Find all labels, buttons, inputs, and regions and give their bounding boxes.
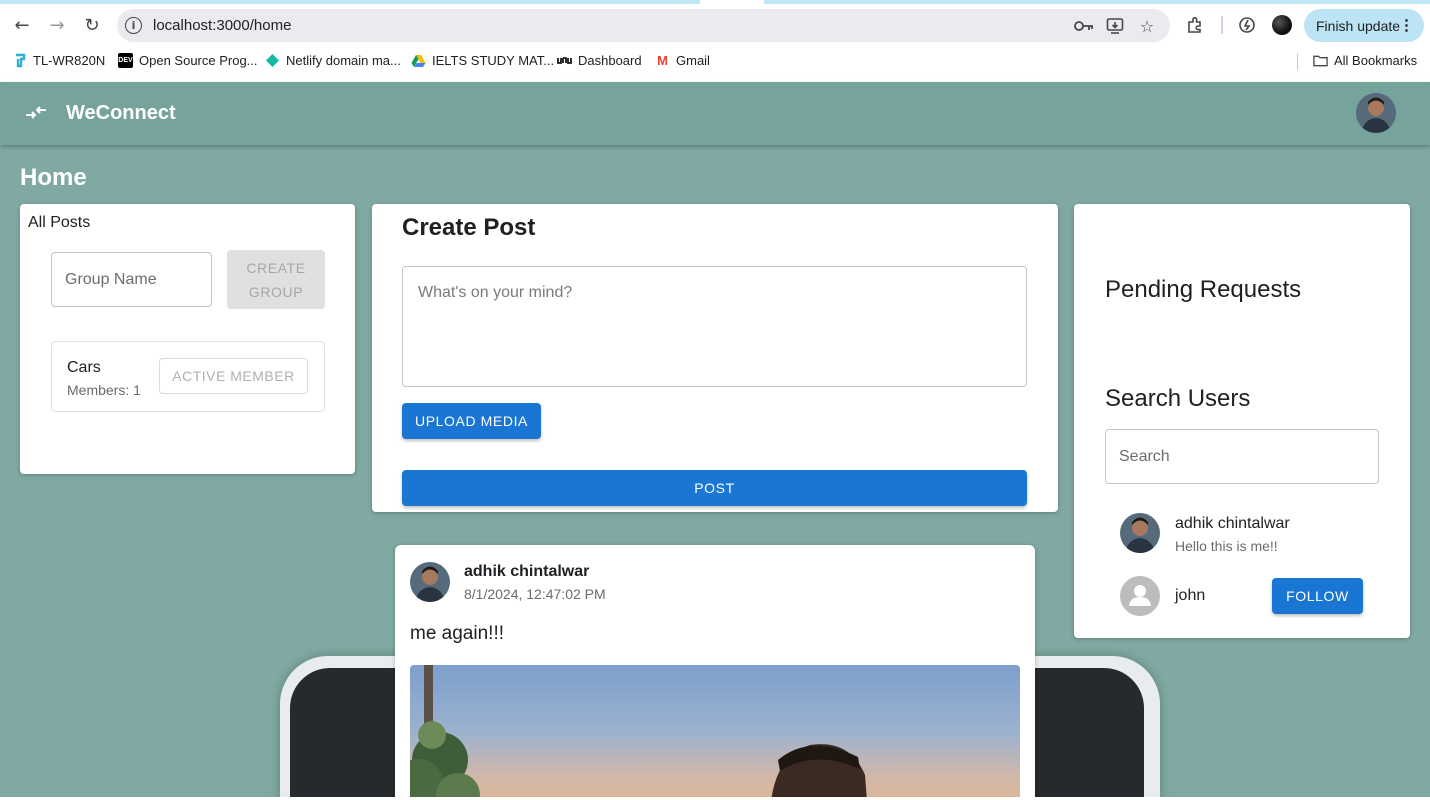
bookmark-label: Gmail	[676, 53, 710, 68]
bookmarks-divider	[1297, 54, 1298, 70]
bookmark-label: Open Source Prog...	[139, 53, 258, 68]
post-author-name[interactable]: adhik chintalwar	[464, 563, 589, 581]
app-bar: WeConnect	[0, 82, 1430, 145]
user-list-item[interactable]: adhik chintalwar Hello this is me!!	[1120, 513, 1380, 557]
performance-icon[interactable]	[1234, 12, 1260, 38]
search-users-title: Search Users	[1105, 385, 1251, 412]
dev-icon: DEV	[118, 53, 133, 68]
user-list-item[interactable]: john FOLLOW	[1120, 576, 1380, 620]
follow-button[interactable]: FOLLOW	[1272, 578, 1363, 614]
install-app-icon[interactable]	[1104, 15, 1126, 37]
brand-title: WeConnect	[66, 102, 176, 124]
google-drive-icon	[411, 53, 426, 68]
feed-post: adhik chintalwar 8/1/2024, 12:47:02 PM m…	[395, 545, 1035, 800]
bookmark-item[interactable]: M Gmail	[655, 53, 710, 68]
user-avatar[interactable]	[1356, 93, 1396, 133]
create-post-panel: Create Post What's on your mind? UPLOAD …	[372, 204, 1058, 512]
create-post-title: Create Post	[402, 214, 536, 241]
bookmark-item[interactable]: IELTS STUDY MAT...	[411, 53, 554, 68]
bookmarks-bar: TL-WR820N DEV Open Source Prog... Netlif…	[0, 49, 1430, 75]
create-group-button[interactable]: CREATE GROUP	[227, 250, 325, 309]
all-bookmarks-folder[interactable]: All Bookmarks	[1313, 53, 1417, 68]
active-member-button[interactable]: ACTIVE MEMBER	[159, 358, 308, 394]
group-name: Cars	[67, 359, 101, 376]
back-arrow-icon[interactable]: ←	[9, 12, 35, 38]
all-bookmarks-label: All Bookmarks	[1334, 53, 1418, 68]
group-members-count: Members: 1	[67, 382, 141, 398]
upload-media-button[interactable]: UPLOAD MEDIA	[402, 403, 541, 439]
page-title: Home	[20, 164, 87, 191]
post-text: me again!!!	[410, 623, 504, 644]
browser-profile-avatar[interactable]	[1272, 15, 1292, 35]
create-group-label-line1: CREATE	[246, 259, 306, 276]
user-name: adhik chintalwar	[1175, 515, 1290, 532]
site-info-icon[interactable]: i	[125, 17, 142, 34]
default-person-icon	[1120, 576, 1160, 616]
toolbar-divider	[1221, 16, 1223, 34]
bookmark-label: TL-WR820N	[33, 53, 106, 68]
all-posts-link[interactable]: All Posts	[28, 214, 90, 232]
forward-arrow-icon[interactable]: →	[44, 12, 70, 38]
more-menu-icon[interactable]: ⋮	[1399, 16, 1414, 34]
reload-icon[interactable]: ↻	[79, 12, 105, 38]
folder-icon	[1313, 53, 1328, 68]
user-bio: Hello this is me!!	[1175, 538, 1278, 554]
extensions-puzzle-icon[interactable]	[1182, 12, 1208, 38]
netlify-icon	[265, 53, 280, 68]
bookmark-label: IELTS STUDY MAT...	[432, 53, 555, 68]
group-item[interactable]: Cars Members: 1 ACTIVE MEMBER	[51, 341, 325, 412]
gmail-icon: M	[657, 53, 668, 68]
user-avatar	[1120, 513, 1160, 553]
groups-panel: All Posts Group Name CREATE GROUP Cars M…	[20, 204, 355, 474]
tab-strip	[0, 0, 1430, 4]
post-author-avatar[interactable]	[410, 562, 450, 602]
finish-update-label: Finish update	[1316, 17, 1401, 34]
bookmark-item[interactable]: Netlify domain ma...	[265, 53, 401, 68]
bookmark-label: Dashboard	[578, 53, 642, 68]
create-group-label-line2: GROUP	[248, 283, 304, 300]
collapse-sidebar-icon[interactable]	[24, 102, 48, 124]
search-input[interactable]: Search	[1105, 429, 1379, 484]
bookmark-label: Netlify domain ma...	[286, 53, 401, 68]
user-name: john	[1175, 587, 1206, 604]
post-timestamp: 8/1/2024, 12:47:02 PM	[464, 586, 606, 602]
bookmark-item[interactable]: Dashboard	[557, 53, 642, 68]
browser-chrome: ← → ↻ i localhost:3000/home ☆ Finish upd…	[0, 0, 1430, 82]
address-bar[interactable]: i localhost:3000/home ☆	[117, 9, 1170, 42]
password-key-icon[interactable]	[1073, 15, 1095, 37]
bookmark-item[interactable]: TL-WR820N	[12, 53, 105, 68]
pending-requests-title: Pending Requests	[1105, 276, 1302, 303]
bookmark-item[interactable]: DEV Open Source Prog...	[118, 53, 258, 68]
group-name-input[interactable]: Group Name	[51, 252, 212, 307]
bookmark-star-icon[interactable]: ☆	[1136, 15, 1158, 37]
post-textarea[interactable]: What's on your mind?	[402, 266, 1027, 387]
post-image[interactable]	[410, 665, 1020, 800]
tp-link-icon	[12, 53, 27, 68]
finish-update-button[interactable]: Finish update ⋮	[1304, 9, 1424, 42]
post-button[interactable]: POST	[402, 470, 1027, 506]
requests-and-search-panel: Pending Requests Search Users Search adh…	[1074, 204, 1410, 638]
dashboard-icon	[557, 53, 572, 68]
address-url[interactable]: localhost:3000/home	[153, 17, 291, 34]
